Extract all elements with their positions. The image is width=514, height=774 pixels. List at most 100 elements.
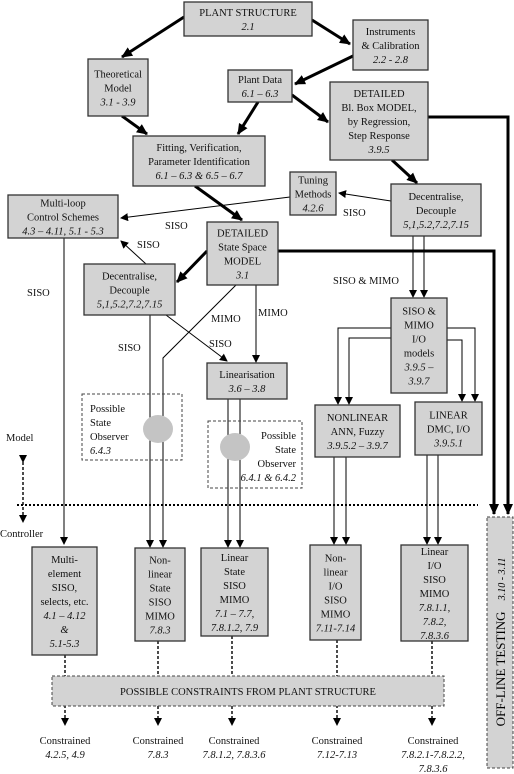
- observer-circle-icon: [220, 433, 250, 461]
- node-label: Possible: [90, 404, 125, 415]
- node-section-ref: 6.4.3: [90, 446, 111, 457]
- node-section-ref: 4.3 – 4.11, 5.1 - 5.3: [22, 227, 103, 238]
- node-label: Decentralise,: [408, 192, 463, 203]
- node-label: Non-: [149, 556, 171, 567]
- node-section-ref: &: [60, 625, 69, 636]
- node-label: Plant Data: [238, 75, 282, 86]
- nodes: PLANT STRUCTURE 2.1 Instruments & Calibrati…: [7, 1, 483, 656]
- edge-plantdata-to-blackbox: [291, 93, 329, 124]
- node-label: Parameter Identification: [148, 157, 250, 168]
- constrained-label: Constrained 7.8.1.2, 7.8.3.6: [203, 736, 267, 761]
- node-section-ref: 5,1,5.2,7.2,7.15: [403, 220, 469, 231]
- constrained-title: Constrained: [209, 736, 260, 747]
- constrained-ref: 7.8.1.2, 7.8.3.6: [203, 750, 267, 761]
- node-label: Decouple: [416, 206, 457, 217]
- constrained-label: Constrained 7.8.2.1-7.8.2.2, 7.8.3.6: [401, 736, 465, 774]
- node-observer-right: Possible State Observer 6.4.1 & 6.4.2: [207, 420, 303, 489]
- node-label: Observer: [258, 459, 297, 470]
- edge-iomodels-to-linear: [447, 327, 479, 402]
- node-section-ref: 3.9.5: [368, 145, 390, 156]
- node-multi-element: Multi-element SISO, selects, etc. 4.1 – 4.1…: [31, 546, 98, 656]
- node-label: LINEAR: [429, 411, 468, 422]
- edge-iomodels-to-nonlinear: [334, 327, 391, 405]
- node-label: Theoretical: [94, 70, 142, 81]
- node-label: Linearisation: [219, 370, 275, 381]
- edge-iomodels-to-linear: [447, 339, 466, 402]
- node-label: MIMO: [321, 610, 351, 621]
- node-section-ref: 7.8.1.1,: [419, 603, 451, 614]
- node-linear-io: Linear I/O SISO MIMO 7.8.1.1, 7.8.2, 7.8.3.6: [400, 544, 469, 642]
- node-label: SISO: [324, 596, 347, 607]
- edge-label-siso-multiloop: SISO: [165, 221, 188, 232]
- node-label: SISO: [223, 581, 246, 592]
- node-blackbox: DETAILED Bl. Box MODEL, by Regression, Step…: [329, 81, 429, 161]
- node-label: MODEL: [224, 257, 261, 268]
- node-label: & Calibration: [361, 41, 420, 52]
- edge-statespace-to-decouple: [175, 249, 209, 284]
- node-label: Multi-loop: [40, 199, 86, 210]
- constrained-label: Constrained 4.2.5, 4.9: [40, 736, 91, 761]
- node-section-ref: 3.6 – 3.8: [228, 384, 267, 395]
- node-instruments: Instruments & Calibration 2.2 - 2.8: [352, 19, 429, 71]
- node-label: Possible: [261, 431, 296, 442]
- node-label: MIMO: [420, 589, 450, 600]
- node-label: Instruments: [366, 27, 416, 38]
- node-label: SISO: [423, 575, 446, 586]
- observer-circle-icon: [143, 415, 173, 443]
- node-section-ref: 5,1,5.2,7.2,7.15: [97, 300, 163, 311]
- node-label: linear: [324, 568, 348, 579]
- node-section-ref: 6.1 – 6.3 & 6.5 – 6.7: [156, 171, 244, 182]
- node-section-ref: 7.8.2,: [423, 617, 447, 628]
- node-plant-data: Plant Data 6.1 – 6.3: [227, 69, 293, 103]
- node-fitting: Fitting, Verification, Parameter Identifi…: [132, 135, 266, 187]
- edge-label-siso-mid: SISO: [118, 343, 141, 354]
- edge-iomodels-to-nonlinear: [345, 337, 391, 405]
- node-label: State: [90, 418, 111, 429]
- node-label: Linear: [221, 553, 249, 564]
- node-section-ref: 7.8.3.6: [420, 631, 450, 642]
- node-label: DETAILED: [353, 89, 404, 100]
- edge-decouple-to-tuning: [338, 190, 392, 202]
- node-label: PLANT STRUCTURE: [199, 8, 297, 19]
- node-state-space: DETAILED State Space MODEL 3.1: [206, 221, 279, 286]
- node-label: Linear: [421, 547, 449, 558]
- node-section-ref: 3.9.5.1: [433, 439, 463, 450]
- node-io-models: SISO & MIMO I/O models 3.9.5 – 3.9.7: [390, 297, 448, 394]
- constrained-title: Constrained: [312, 736, 363, 747]
- edge-label-siso-decouple-left: SISO: [137, 240, 160, 251]
- node-label: Control Schemes: [27, 213, 99, 224]
- node-nonlinear: NONLINEAR ANN, Fuzzy 3.9.5.2 – 3.9.7: [314, 404, 401, 458]
- node-label: Step Response: [348, 131, 410, 142]
- node-label: Observer: [90, 432, 129, 443]
- node-section-ref: 7.8.3: [150, 626, 171, 637]
- edge-plant-to-instruments: [311, 18, 351, 46]
- node-section-ref: 3.9.7: [408, 377, 431, 388]
- model-level-label: Model: [6, 433, 33, 444]
- constrained-title: Constrained: [408, 736, 459, 747]
- constrained-ref: 7.12-7.13: [317, 750, 357, 761]
- node-label: element: [48, 569, 81, 580]
- node-label: models: [404, 349, 434, 360]
- edge-label-siso-linearisation: SISO: [209, 339, 232, 350]
- node-label: MIMO: [404, 321, 434, 332]
- node-label: Methods: [295, 190, 332, 201]
- node-section-ref: 3.9.5.2 – 3.9.7: [326, 441, 388, 452]
- constrained-ref: 7.8.2.1-7.8.2.2,: [401, 750, 465, 761]
- constrained-ref: 7.8.3: [148, 750, 169, 761]
- node-section-ref: 3.1 - 3.9: [100, 98, 137, 109]
- node-section-ref: 6.4.1 & 6.4.2: [241, 473, 297, 484]
- edge-plantdata-to-fitting: [236, 101, 260, 135]
- controller-level-label: Controller: [0, 529, 44, 540]
- node-label: Decouple: [109, 286, 150, 297]
- node-label: Non-: [325, 554, 347, 565]
- edge-label-mimo-right: MIMO: [258, 308, 288, 319]
- constraints-label: POSSIBLE CONSTRAINTS FROM PLANT STRUCTUR…: [120, 687, 376, 698]
- edge-blackbox-to-decouple: [390, 158, 419, 185]
- node-label: Tuning: [298, 176, 329, 187]
- edge-label-mimo-left: MIMO: [211, 314, 241, 325]
- constrained-label: Constrained 7.12-7.13: [312, 736, 363, 761]
- node-label: State: [150, 584, 171, 595]
- node-label: SISO,: [52, 583, 77, 594]
- node-section-ref: 7.1 – 7.7,: [215, 609, 254, 620]
- node-section-ref: 7.8.1.2, 7.9: [211, 623, 259, 634]
